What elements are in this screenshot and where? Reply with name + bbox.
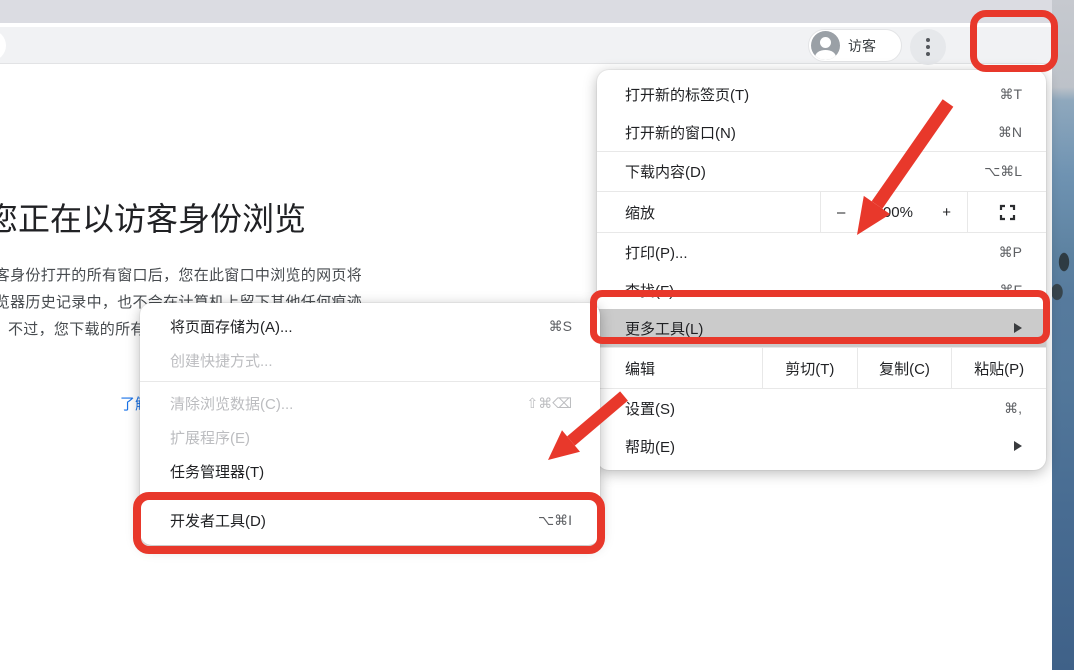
zoom-value: 100% <box>875 204 913 221</box>
menu-item-print[interactable]: 打印(P)... ⌘P <box>597 233 1046 271</box>
shortcut-label: ⌘T <box>999 86 1022 103</box>
fullscreen-button[interactable] <box>968 192 1046 232</box>
omnibox-fragment <box>0 30 6 61</box>
menu-item-zoom: 缩放 – 100% + <box>597 192 1046 232</box>
edit-copy-button[interactable]: 复制(C) <box>857 348 952 388</box>
annotation-box-more-tools <box>590 290 1050 344</box>
desktop-wallpaper-strip <box>1052 0 1074 670</box>
annotation-box-menu-button <box>970 10 1058 72</box>
guest-chip-label: 访客 <box>848 36 876 56</box>
browser-toolbar: 访客 <box>0 27 1052 64</box>
menu-item-settings[interactable]: 设置(S) ⌘, <box>597 389 1046 427</box>
menu-item-edit: 编辑 剪切(T) 复制(C) 粘贴(P) <box>597 348 1046 388</box>
submenu-item-clear-browsing-data: 清除浏览数据(C)... ⇧⌘⌫ <box>140 386 600 420</box>
menu-item-new-tab[interactable]: 打开新的标签页(T) ⌘T <box>597 75 1046 113</box>
menu-item-downloads[interactable]: 下载内容(D) ⌥⌘L <box>597 152 1046 191</box>
shortcut-label: ⌘S <box>549 318 572 335</box>
edit-cut-button[interactable]: 剪切(T) <box>762 348 857 388</box>
shortcut-label: ⌘P <box>999 244 1022 261</box>
zoom-out-button[interactable]: – <box>837 204 845 221</box>
submenu-item-save-page-as[interactable]: 将页面存储为(A)... ⌘S <box>140 309 600 343</box>
shortcut-label: ⌘N <box>998 124 1022 141</box>
edit-label: 编辑 <box>597 348 762 388</box>
shortcut-label: ⌥⌘L <box>984 163 1022 180</box>
browser-main-menu: 打开新的标签页(T) ⌘T 打开新的窗口(N) ⌘N 下载内容(D) ⌥⌘L 缩… <box>597 70 1046 470</box>
submenu-item-extensions: 扩展程序(E) <box>140 420 600 454</box>
guest-profile-chip[interactable]: 访客 <box>808 29 902 62</box>
kebab-menu-icon[interactable] <box>910 29 946 65</box>
edit-paste-button[interactable]: 粘贴(P) <box>951 348 1046 388</box>
submenu-item-task-manager[interactable]: 任务管理器(T) <box>140 454 600 488</box>
zoom-label: 缩放 <box>597 192 820 232</box>
guest-page-title: 您正在以访客身份浏览 <box>0 194 306 240</box>
screenshot-stage: 访客 您正在以访客身份浏览 在您退出以访客身份打开的所有窗口后，您在此窗口中浏览… <box>0 0 1074 670</box>
menu-divider <box>140 381 600 382</box>
menu-item-new-window[interactable]: 打开新的窗口(N) ⌘N <box>597 113 1046 151</box>
submenu-arrow-icon <box>1014 441 1022 451</box>
zoom-in-button[interactable]: + <box>942 204 951 221</box>
shortcut-label: ⇧⌘⌫ <box>526 395 572 412</box>
zoom-controls: – 100% + <box>820 192 968 232</box>
fullscreen-icon <box>999 204 1016 221</box>
annotation-box-developer-tools <box>133 492 605 554</box>
shortcut-label: ⌘, <box>1004 400 1022 417</box>
menu-item-help[interactable]: 帮助(E) <box>597 427 1046 465</box>
submenu-item-create-shortcut: 创建快捷方式... <box>140 343 600 377</box>
tab-strip <box>0 0 1052 23</box>
guest-page-body-line: 在您退出以访客身份打开的所有窗口后，您在此窗口中浏览的网页将 <box>0 264 362 285</box>
guest-avatar-icon <box>811 31 840 60</box>
